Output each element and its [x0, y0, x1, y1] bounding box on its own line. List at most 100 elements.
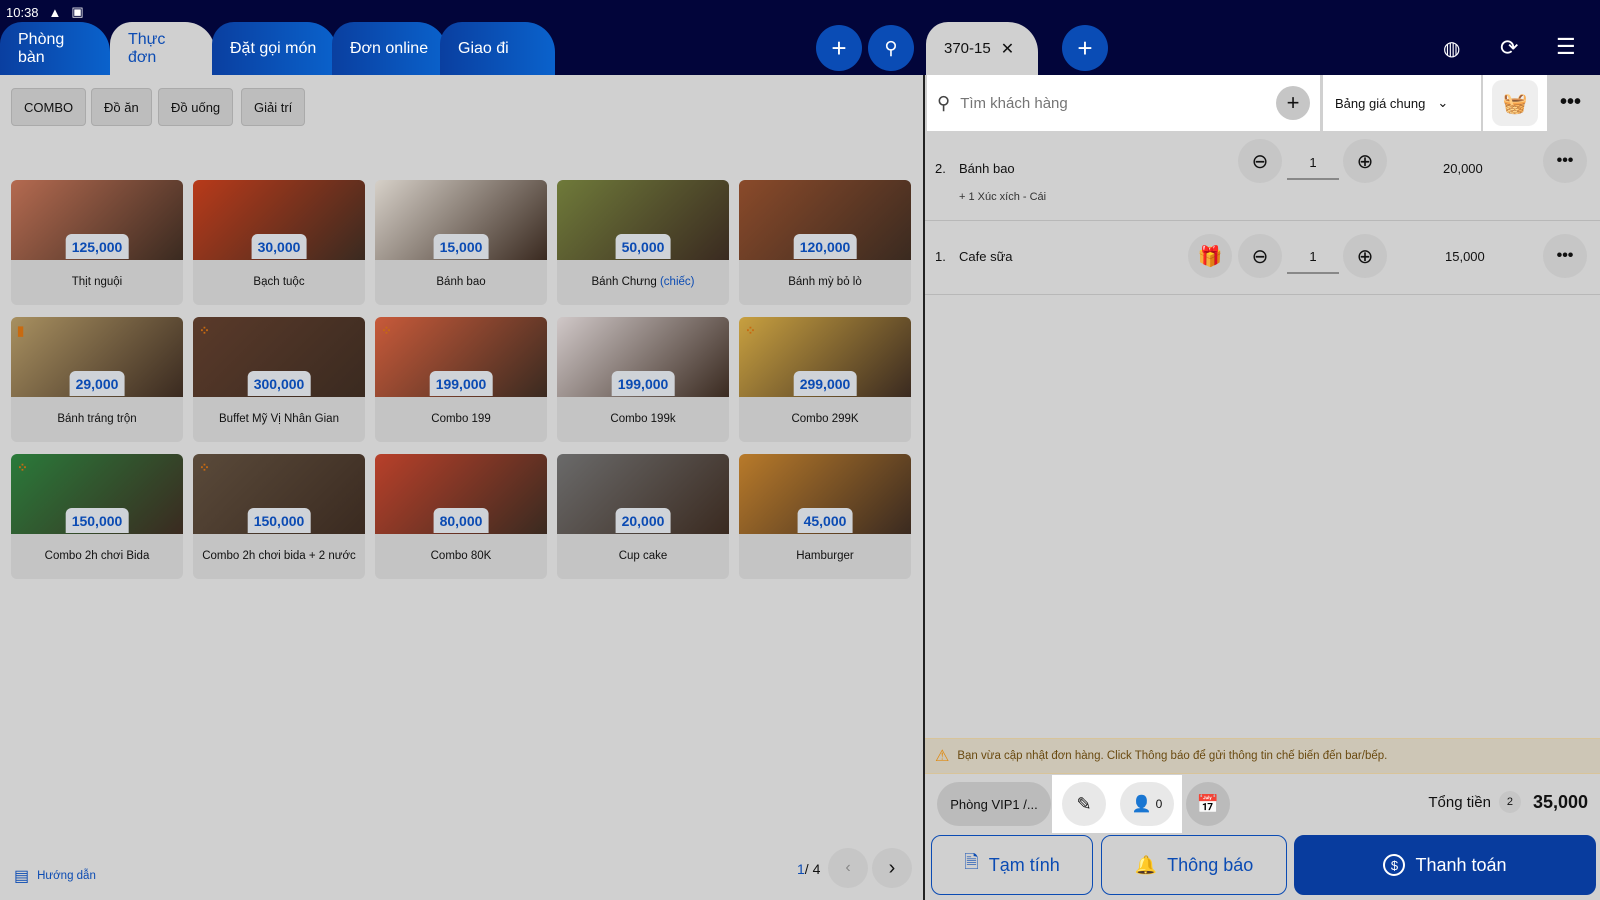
next-page-button[interactable]: ›	[872, 848, 912, 888]
tab-label: Đơn online	[350, 39, 429, 57]
notify-button[interactable]: 🔔 Thông báo	[1101, 835, 1287, 895]
refresh-icon[interactable]: ⟳	[1500, 35, 1518, 61]
product-card[interactable]: 30,000 Bạch tuộc	[193, 180, 365, 305]
product-price: 150,000	[65, 508, 129, 533]
plus-icon: +	[1286, 90, 1300, 115]
warning-icon: ⚠	[935, 748, 950, 765]
customer-search-input[interactable]	[960, 94, 1261, 112]
more-icon: •••	[1556, 152, 1574, 169]
more-options-icon[interactable]: •••	[1560, 91, 1581, 114]
category-do-an[interactable]: Đồ ăn	[91, 88, 152, 126]
add-button[interactable]: +	[816, 25, 862, 71]
product-card[interactable]: ⁘ 150,000 Combo 2h chơi bida + 2 nước	[193, 454, 365, 579]
search-icon: ⚲	[884, 37, 898, 58]
tab-dat-goi-mon[interactable]: Đặt gọi món	[212, 22, 337, 75]
item-more-button[interactable]: •••	[1543, 139, 1587, 183]
product-name: Bạch tuộc	[199, 260, 359, 305]
product-card[interactable]: 45,000 Hamburger	[739, 454, 911, 579]
new-order-button[interactable]: +	[1062, 25, 1108, 71]
product-card[interactable]: 20,000 Cup cake	[557, 454, 729, 579]
schedule-button[interactable]: 📅	[1186, 782, 1230, 826]
category-combo[interactable]: COMBO	[11, 88, 87, 126]
decrease-qty-button[interactable]: ⊖	[1238, 234, 1282, 278]
menu-list-icon[interactable]: ☰	[1556, 34, 1576, 60]
price-list-select[interactable]: Bảng giá chung ⌄	[1323, 75, 1481, 131]
item-price: 15,000	[1445, 249, 1485, 264]
product-name-text: Bạch tuộc	[253, 276, 305, 288]
decrease-qty-button[interactable]: ⊖	[1238, 139, 1282, 183]
globe-icon[interactable]: ◍	[1443, 36, 1460, 61]
total-amount: 35,000	[1532, 791, 1588, 812]
order-item[interactable]: 2. Bánh bao + 1 Xúc xích - Cái ⊖ 1 ⊕ 20,…	[925, 131, 1600, 221]
product-name-text: Bánh bao	[436, 276, 486, 288]
product-name-text: Combo 199k	[610, 413, 676, 425]
product-price: 199,000	[611, 371, 675, 396]
product-card[interactable]: ⁘ 199,000 Combo 199	[375, 317, 547, 442]
combo-badge-icon: ⁘	[199, 323, 210, 338]
page-total: / 4	[804, 861, 821, 877]
order-item[interactable]: 1. Cafe sữa 🎁 ⊖ 1 ⊕ 15,000 •••	[925, 221, 1600, 295]
product-card[interactable]: 125,000 Thịt nguội	[11, 180, 183, 305]
product-card[interactable]: 50,000 Bánh Chưng (chiếc)	[557, 180, 729, 305]
product-card[interactable]: ⁘ 150,000 Combo 2h chơi Bida	[11, 454, 183, 579]
increase-qty-button[interactable]: ⊕	[1343, 139, 1387, 183]
price-list-value: Bảng giá chung	[1335, 95, 1426, 111]
guests-button[interactable]: 👤 0	[1120, 782, 1174, 826]
search-button[interactable]: ⚲	[868, 25, 914, 71]
product-name-text: Combo 199	[431, 413, 491, 425]
item-index: 2.	[935, 161, 946, 176]
guide-label: Hướng dẫn	[37, 870, 96, 882]
edit-note-button[interactable]: ✎	[1062, 782, 1106, 826]
item-price: 20,000	[1443, 161, 1483, 176]
plus-circle-icon: ⊕	[1356, 245, 1374, 268]
category-giai-tri[interactable]: Giải trí	[241, 88, 306, 126]
category-label: COMBO	[24, 99, 74, 115]
page-current: 1	[797, 861, 805, 877]
basket-button[interactable]: 🧺	[1483, 75, 1547, 131]
add-customer-button[interactable]: +	[1276, 86, 1310, 120]
tab-giao-di[interactable]: Giao đi	[440, 22, 555, 75]
tab-label: Phòng bàn	[18, 30, 65, 66]
qty-input[interactable]: 1	[1287, 155, 1339, 180]
prev-page-button[interactable]: ‹	[828, 848, 868, 888]
product-name: Combo 2h chơi Bida	[17, 534, 177, 579]
tab-label: Giao đi	[458, 39, 509, 57]
customer-search: ⚲ +	[927, 75, 1320, 131]
book-icon: ▤	[14, 868, 30, 885]
room-button[interactable]: Phòng VIP1 /...	[937, 782, 1051, 826]
bell-icon: 🔔	[1134, 854, 1158, 875]
tab-phong-ban[interactable]: Phòng bàn	[0, 22, 110, 75]
pay-button[interactable]: $ Thanh toán	[1294, 835, 1596, 895]
product-card[interactable]: ▮ 29,000 Bánh tráng trộn	[11, 317, 183, 442]
product-card[interactable]: 80,000 Combo 80K	[375, 454, 547, 579]
top-bar: 10:38 ▲ ▣ Phòng bàn Thực đơn Đặt gọi món…	[0, 0, 1600, 75]
product-card[interactable]: ⁘ 300,000 Buffet Mỹ Vị Nhân Gian	[193, 317, 365, 442]
product-card[interactable]: ⁘ 299,000 Combo 299K	[739, 317, 911, 442]
product-name: Combo 2h chơi bida + 2 nước	[199, 534, 359, 579]
provisional-bill-button[interactable]: 🗎 Tạm tính	[931, 835, 1093, 895]
category-do-uong[interactable]: Đồ uống	[158, 88, 234, 126]
tab-don-online[interactable]: Đơn online	[332, 22, 447, 75]
item-more-button[interactable]: •••	[1543, 234, 1587, 278]
product-price: 300,000	[247, 371, 311, 396]
person-icon: 👤	[1131, 796, 1152, 813]
close-icon[interactable]: ✕	[1001, 39, 1014, 59]
product-name: Bánh tráng trộn	[17, 397, 177, 442]
product-card[interactable]: 120,000 Bánh mỳ bỏ lò	[739, 180, 911, 305]
warning-text: Bạn vừa cập nhật đơn hàng. Click Thông b…	[957, 750, 1388, 762]
increase-qty-button[interactable]: ⊕	[1343, 234, 1387, 278]
product-card[interactable]: 199,000 Combo 199k	[557, 317, 729, 442]
tab-thuc-don[interactable]: Thực đơn	[110, 22, 215, 75]
product-card[interactable]: 15,000 Bánh bao	[375, 180, 547, 305]
chevron-down-icon: ⌄	[1437, 95, 1449, 110]
gift-button[interactable]: 🎁	[1188, 234, 1232, 278]
notification-icon: ▣	[71, 4, 84, 19]
qty-input[interactable]: 1	[1287, 249, 1339, 274]
button-label: Tạm tính	[988, 854, 1060, 875]
basket-icon: 🧺	[1492, 80, 1538, 126]
product-name: Thịt nguội	[17, 260, 177, 305]
room-label: Phòng VIP1 /...	[950, 796, 1038, 812]
order-tab[interactable]: 370-15 ✕	[926, 22, 1038, 75]
chevron-left-icon: ‹	[845, 859, 851, 876]
guide-link[interactable]: ▤ Hướng dẫn	[14, 866, 96, 886]
